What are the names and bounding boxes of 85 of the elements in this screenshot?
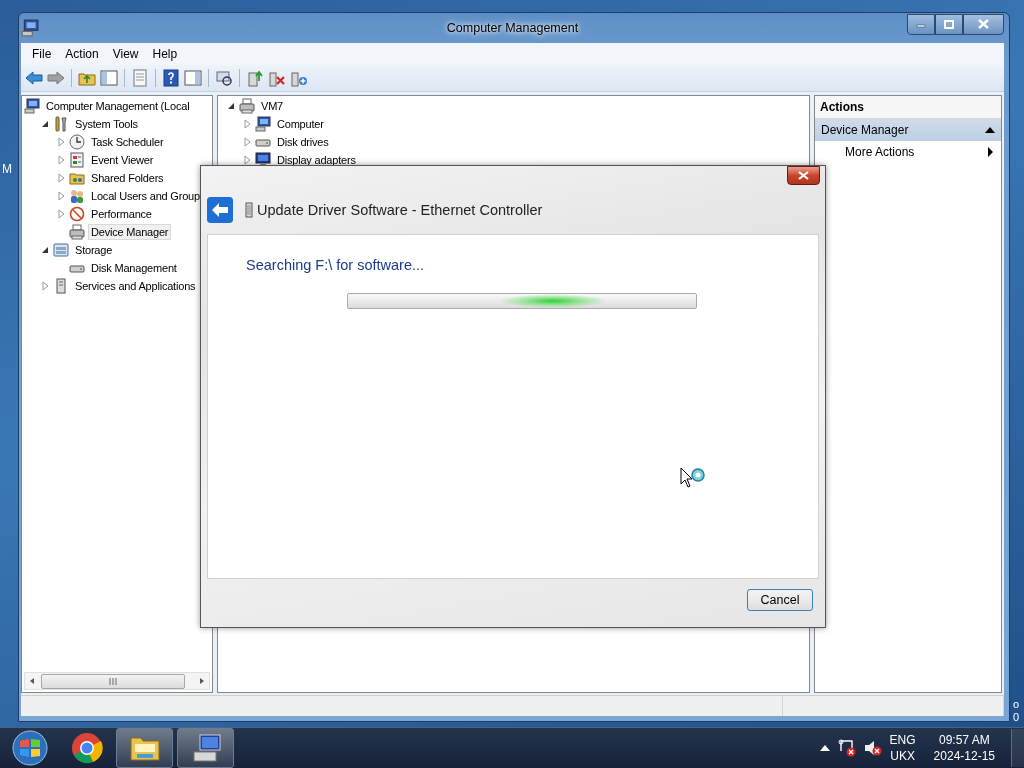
forward-arrow-icon[interactable]	[47, 69, 65, 87]
tree-item[interactable]: Shared Folders	[88, 170, 167, 186]
tree-item[interactable]: Disk drives	[274, 134, 332, 150]
log-icon	[69, 152, 85, 168]
expand-arrow-icon[interactable]	[242, 137, 252, 147]
expand-arrow-icon[interactable]	[56, 173, 66, 183]
close-icon	[798, 171, 809, 180]
menu-item[interactable]: Help	[145, 45, 185, 63]
device-icon	[245, 202, 253, 218]
desktop-icon-label[interactable]: 0	[1013, 711, 1020, 723]
cancel-button[interactable]: Cancel	[747, 589, 813, 611]
clock-time[interactable]: 09:57 AM	[938, 732, 990, 748]
horizontal-scrollbar[interactable]	[24, 672, 210, 690]
storage-icon	[53, 242, 69, 258]
taskbar-button[interactable]	[116, 728, 173, 768]
users-icon	[69, 188, 85, 204]
action-link[interactable]: More Actions	[845, 145, 915, 159]
tree-item[interactable]: System Tools	[72, 116, 141, 132]
action-section-header[interactable]: Device Manager	[815, 119, 1001, 141]
tree-item[interactable]: Local Users and Group	[88, 188, 203, 204]
tree-item[interactable]: Disk Management	[88, 260, 180, 276]
language-indicator[interactable]: ENG UKX	[889, 732, 916, 764]
shared-folder-icon	[69, 170, 85, 186]
window-title: Computer Management	[446, 21, 579, 35]
tree-item[interactable]: Storage	[72, 242, 116, 258]
speaker-muted-icon[interactable]	[863, 739, 882, 757]
computer-icon	[24, 98, 40, 114]
menu-item[interactable]: File	[25, 45, 59, 63]
dialog-title: Update Driver Software - Ethernet Controller	[257, 202, 543, 218]
desktop-icon-label[interactable]: o	[1013, 698, 1020, 710]
no-sign-icon	[69, 206, 85, 222]
expand-arrow-icon[interactable]	[56, 137, 66, 147]
tree-item[interactable]: Performance	[88, 206, 155, 222]
tools-icon	[53, 116, 69, 132]
expand-arrow-icon[interactable]	[242, 119, 252, 129]
printer-icon	[69, 224, 85, 240]
minimize-button[interactable]	[907, 13, 935, 35]
tree-item[interactable]: Display adapters	[274, 152, 359, 168]
expand-arrow-icon[interactable]	[40, 281, 50, 291]
menu-item[interactable]: Action	[58, 45, 106, 63]
actions-heading: Actions	[815, 96, 1001, 119]
printer-icon	[239, 98, 255, 114]
close-button[interactable]	[963, 13, 1004, 35]
tree-item[interactable]: Computer Management (Local	[43, 98, 193, 114]
collapse-arrow-icon[interactable]	[40, 245, 50, 255]
server-icon	[53, 278, 69, 294]
scroll-thumb[interactable]	[41, 673, 185, 689]
grip-icon	[109, 677, 117, 685]
menu-item[interactable]: View	[105, 45, 146, 63]
desktop-icon-label[interactable]: M	[2, 162, 12, 176]
help-icon[interactable]	[162, 69, 180, 87]
status-message: Searching F:\ for software...	[246, 257, 426, 273]
tree-item[interactable]: Services and Applications	[72, 278, 199, 294]
browser-icon[interactable]	[71, 732, 103, 764]
maximize-icon	[944, 19, 954, 29]
collapse-arrow-icon[interactable]	[40, 119, 50, 129]
tree-pane-icon[interactable]	[100, 69, 118, 87]
expand-arrow-icon[interactable]	[56, 191, 66, 201]
computer-management-icon[interactable]	[21, 19, 39, 37]
add-hardware-icon[interactable]	[290, 69, 308, 87]
taskbar-button[interactable]	[177, 728, 234, 768]
maximize-button[interactable]	[935, 13, 963, 35]
close-icon	[978, 19, 989, 29]
show-desktop-button[interactable]	[1011, 729, 1024, 767]
collapse-arrow-icon[interactable]	[226, 101, 236, 111]
back-arrow-icon[interactable]	[25, 69, 43, 87]
expand-arrow-icon[interactable]	[242, 155, 252, 165]
show-hidden-icons-icon[interactable]	[819, 744, 830, 752]
update-driver-icon[interactable]	[246, 69, 264, 87]
collapse-arrow-icon[interactable]	[985, 127, 995, 133]
close-button[interactable]	[787, 166, 820, 185]
expand-arrow-icon[interactable]	[56, 209, 66, 219]
scan-icon[interactable]	[215, 69, 233, 87]
clock-icon	[69, 134, 85, 150]
back-button[interactable]	[207, 197, 233, 223]
tree-item[interactable]: Task Scheduler	[88, 134, 167, 150]
tree-item[interactable]: Device Manager	[88, 224, 172, 240]
computer-icon	[255, 116, 271, 132]
tree-item[interactable]: VM7	[258, 98, 287, 114]
expand-arrow-icon[interactable]	[56, 155, 66, 165]
tree-item[interactable]: Event Viewer	[88, 152, 157, 168]
tree-item[interactable]: Computer	[274, 116, 327, 132]
uninstall-icon[interactable]	[268, 69, 286, 87]
clock-date[interactable]: 2024-12-15	[933, 748, 995, 764]
network-error-icon[interactable]	[837, 739, 856, 757]
